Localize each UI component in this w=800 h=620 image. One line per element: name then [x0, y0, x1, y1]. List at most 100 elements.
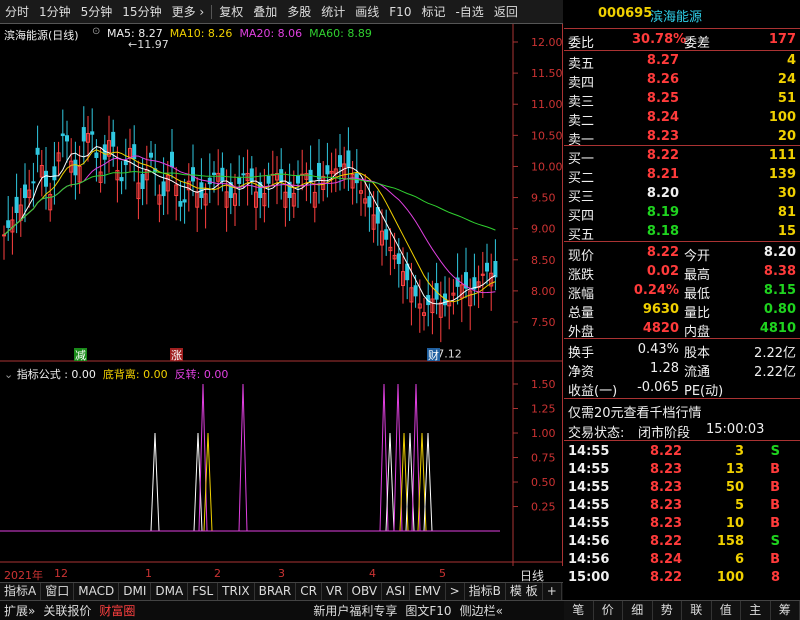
- quote-row: 卖五 8.27 4: [564, 52, 800, 72]
- stat-value: 4810: [759, 321, 796, 336]
- tick-price: 8.23: [650, 498, 683, 513]
- kline-chart-area[interactable]: 12.00 11.50 11.00 10.50 10.00 9.50 9.00 8.50 8.0…: [0, 24, 563, 583]
- ask-volume: 4: [786, 53, 796, 68]
- indicator-tab[interactable]: DMI: [119, 583, 152, 600]
- ask-label: 卖四: [568, 76, 595, 91]
- ask-volume: 24: [777, 72, 796, 87]
- quote-row: 14:56 8.24 6 B: [564, 551, 800, 570]
- quote-row: 买三 8.20 30: [564, 185, 800, 205]
- stat-value: 8.15: [763, 283, 796, 298]
- candle-body: [178, 201, 183, 207]
- ind-tick-label: 1.00: [531, 427, 556, 440]
- collapse-icon[interactable]: ⌄: [4, 368, 13, 381]
- event-marker: 减: [75, 349, 86, 362]
- indicator-tab[interactable]: VR: [322, 583, 348, 600]
- tick-price: 8.23: [650, 480, 683, 495]
- right-tab[interactable]: 势: [653, 601, 682, 620]
- indicator-tab[interactable]: OBV: [348, 583, 383, 600]
- indicator-tab[interactable]: 指标B: [465, 583, 506, 600]
- settings-icon[interactable]: ⊙: [92, 26, 100, 37]
- bid-price: 8.18: [646, 224, 679, 239]
- status-item[interactable]: 图文F10: [401, 602, 455, 619]
- indicator-tab[interactable]: EMV: [410, 583, 446, 600]
- stat-label: 涨跌: [568, 268, 595, 283]
- status-item[interactable]: 关联报价: [39, 602, 95, 619]
- indicator-tab[interactable]: FSL: [188, 583, 219, 600]
- ind-tick-label: 1.50: [531, 378, 556, 391]
- toolbar-item[interactable]: 分时: [0, 3, 34, 20]
- status-item[interactable]: 侧边栏«: [456, 602, 507, 619]
- candle-body: [119, 177, 124, 182]
- bid-price: 8.22: [646, 148, 679, 163]
- indicator-name: 指标公式 : 0.00: [16, 368, 96, 381]
- tick-time: 14:55: [568, 516, 610, 531]
- status-item[interactable]: 财富圈: [95, 602, 139, 619]
- toolbar-item[interactable]: 更多 ›: [167, 3, 210, 20]
- right-tab[interactable]: 值: [712, 601, 741, 620]
- tick-volume: 3: [734, 444, 744, 459]
- toolbar-item[interactable]: 画线: [350, 3, 384, 20]
- candle-body: [296, 175, 300, 184]
- tick-volume: 158: [716, 534, 744, 549]
- toolbar-item[interactable]: 复权: [214, 3, 248, 20]
- indicator-tab[interactable]: MACD: [74, 583, 120, 600]
- right-tab[interactable]: 细: [623, 601, 653, 620]
- right-tab[interactable]: 联: [682, 601, 712, 620]
- status-item[interactable]: 扩展»: [0, 602, 39, 619]
- toolbar-item[interactable]: 5分钟: [76, 3, 118, 20]
- stat-label: 今开: [684, 249, 711, 264]
- indicator-tab[interactable]: TRIX: [218, 583, 255, 600]
- right-tab[interactable]: 主: [741, 601, 771, 620]
- fund-value: 1.28: [650, 361, 679, 376]
- indicator-tab[interactable]: 指标A: [0, 583, 42, 600]
- toolbar-item[interactable]: 多股: [282, 3, 316, 20]
- indicator-tab[interactable]: ASI: [382, 583, 411, 600]
- right-tab[interactable]: 价: [594, 601, 623, 620]
- weibi-label: 委比: [568, 36, 595, 51]
- candle-body: [182, 199, 187, 203]
- toolbar-item[interactable]: -自选: [450, 3, 488, 20]
- ind-tick-label: 0.50: [531, 476, 556, 489]
- date-label: 12: [54, 567, 68, 580]
- quote-row: 净资 1.28 流通 2.22亿: [564, 360, 800, 380]
- indicator-tab[interactable]: BRAR: [255, 583, 297, 600]
- status-item[interactable]: 新用户福利专享: [309, 602, 401, 619]
- candle-body: [14, 196, 19, 213]
- indicator-tab[interactable]: +: [543, 583, 562, 600]
- quote-row: 14:55 8.23 10 B: [564, 515, 800, 534]
- right-tab[interactable]: 笔: [564, 601, 594, 620]
- indicator-tab[interactable]: 窗口: [41, 583, 75, 600]
- toolbar-item[interactable]: 1分钟: [34, 3, 76, 20]
- indicator-tab[interactable]: 模 板: [506, 583, 543, 600]
- right-tab[interactable]: 筹: [771, 601, 800, 620]
- ask-volume: 100: [768, 110, 796, 125]
- toolbar-item[interactable]: F10: [384, 5, 416, 19]
- toolbar-item[interactable]: 叠加: [248, 3, 282, 20]
- date-label: 3: [278, 567, 285, 580]
- toolbar-item[interactable]: 返回: [489, 3, 523, 20]
- promo-text[interactable]: 仅需20元查看千档行情: [568, 402, 702, 421]
- quote-panel: 000695 滨海能源 委比 30.78% 委差 177 卖五 8.27 4 卖四 8.…: [564, 0, 800, 620]
- toolbar-item[interactable]: 标记: [416, 3, 450, 20]
- bid-volume: 30: [777, 186, 796, 201]
- bid-label: 买二: [568, 171, 595, 186]
- toolbar-item[interactable]: 15分钟: [117, 3, 166, 20]
- indicator-tab[interactable]: DMA: [151, 583, 189, 600]
- tick-direction: B: [770, 516, 780, 531]
- indicator-tab[interactable]: >: [446, 583, 465, 600]
- ask-price: 8.27: [646, 53, 679, 68]
- tick-volume: 6: [734, 552, 744, 567]
- candle-body: [346, 150, 351, 167]
- candle-body: [161, 181, 166, 197]
- toolbar-item[interactable]: 统计: [316, 3, 350, 20]
- tick-time: 14:55: [568, 498, 610, 513]
- price-tick-label: 10.00: [531, 160, 563, 173]
- tick-time: 14:56: [568, 552, 610, 567]
- kline-chart-svg[interactable]: 12.00 11.50 11.00 10.50 10.00 9.50 9.00 8.50 8.0…: [0, 24, 563, 566]
- tick-time: 14:55: [568, 444, 610, 459]
- candle-body: [170, 151, 174, 168]
- indicator-tab[interactable]: CR: [296, 583, 322, 600]
- tick-direction: B: [770, 462, 780, 477]
- quote-row: 14:55 8.23 5 B: [564, 497, 800, 516]
- toolbar-separator: [211, 4, 213, 19]
